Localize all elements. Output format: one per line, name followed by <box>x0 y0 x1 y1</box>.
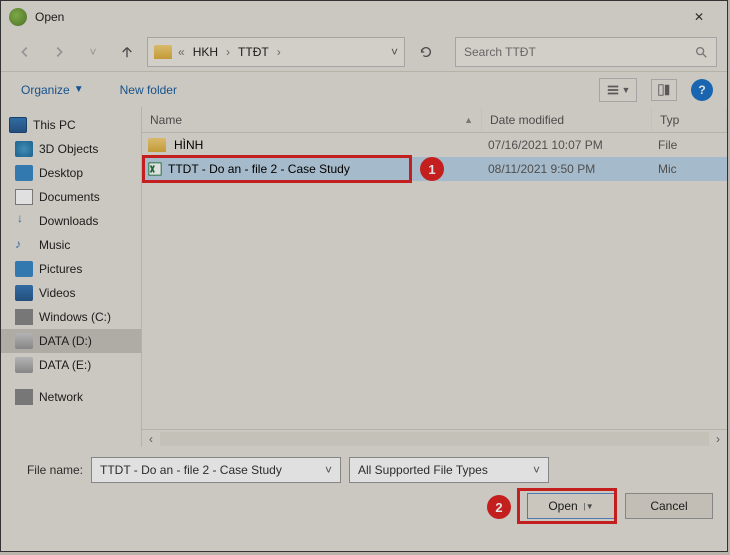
sidebar-item-data-d[interactable]: DATA (D:) <box>1 329 141 353</box>
drive-icon <box>15 309 33 325</box>
breadcrumb[interactable]: « HKH › TTĐT › ˅ <box>147 37 405 67</box>
scroll-right-icon[interactable]: › <box>709 432 727 446</box>
close-icon[interactable]: ✕ <box>679 10 719 24</box>
sidebar: This PC 3D Objects Desktop Documents Dow… <box>1 107 141 447</box>
3d-icon <box>15 141 33 157</box>
breadcrumb-prefix: « <box>178 45 185 59</box>
dialog-title: Open <box>35 10 679 24</box>
column-name[interactable]: Name▲ <box>142 107 482 132</box>
sidebar-item-videos[interactable]: Videos <box>1 281 141 305</box>
document-icon <box>15 189 33 205</box>
horizontal-scrollbar[interactable]: ‹ › <box>142 429 727 447</box>
filename-combo[interactable]: TTDT - Do an - file 2 - Case Study˅ <box>91 457 341 483</box>
annotation-callout-2: 2 <box>487 495 511 519</box>
titlebar: Open ✕ <box>1 1 727 33</box>
music-icon: ♪ <box>15 237 33 253</box>
recent-dropdown-icon[interactable]: ˅ <box>79 38 107 66</box>
file-date: 08/11/2021 9:50 PM <box>488 162 658 176</box>
sidebar-item-this-pc[interactable]: This PC <box>1 113 141 137</box>
download-icon <box>15 213 33 229</box>
sidebar-item-3d-objects[interactable]: 3D Objects <box>1 137 141 161</box>
body: This PC 3D Objects Desktop Documents Dow… <box>1 107 727 447</box>
file-date: 07/16/2021 10:07 PM <box>488 138 658 152</box>
breadcrumb-seg-ttdt[interactable]: TTĐT <box>234 43 273 61</box>
forward-button[interactable] <box>45 38 73 66</box>
app-icon <box>9 8 27 26</box>
file-rows: HÌNH 07/16/2021 10:07 PM File TTDT - Do … <box>142 133 727 429</box>
sidebar-item-pictures[interactable]: Pictures <box>1 257 141 281</box>
view-mode-button[interactable]: ▼ <box>599 78 637 102</box>
filename-label: File name: <box>15 463 83 477</box>
sort-up-icon: ▲ <box>464 115 473 125</box>
refresh-button[interactable] <box>411 37 441 67</box>
sidebar-item-windows-c[interactable]: Windows (C:) <box>1 305 141 329</box>
file-type: File <box>658 138 721 152</box>
excel-icon <box>148 162 162 176</box>
open-dialog: Open ✕ ˅ « HKH › TTĐT › ˅ Organize▼ New … <box>0 0 728 552</box>
pc-icon <box>9 117 27 133</box>
organize-menu[interactable]: Organize▼ <box>15 79 90 101</box>
split-chevron-icon: |▼ <box>584 502 594 511</box>
annotation-callout-1: 1 <box>420 157 444 181</box>
cancel-button[interactable]: Cancel <box>625 493 713 519</box>
sidebar-item-desktop[interactable]: Desktop <box>1 161 141 185</box>
picture-icon <box>15 261 33 277</box>
preview-pane-button[interactable] <box>651 79 677 101</box>
file-list: Name▲ Date modified Typ HÌNH 07/16/2021 … <box>142 107 727 447</box>
search-field[interactable] <box>464 45 694 59</box>
folder-icon <box>148 138 166 152</box>
drive-icon <box>15 357 33 373</box>
chevron-down-icon: ▼ <box>74 84 84 95</box>
bottom-panel: File name: TTDT - Do an - file 2 - Case … <box>1 447 727 533</box>
file-name: HÌNH <box>174 138 203 152</box>
network-icon <box>15 389 33 405</box>
sidebar-item-data-e[interactable]: DATA (E:) <box>1 353 141 377</box>
toolbar: Organize▼ New folder ▼ ? <box>1 71 727 107</box>
drive-icon <box>15 333 33 349</box>
chevron-right-icon: › <box>277 45 281 59</box>
column-type[interactable]: Typ <box>652 107 727 132</box>
new-folder-button[interactable]: New folder <box>114 79 183 101</box>
sidebar-item-music[interactable]: ♪Music <box>1 233 141 257</box>
column-date[interactable]: Date modified <box>482 107 652 132</box>
sidebar-item-network[interactable]: Network <box>1 385 141 409</box>
nav-row: ˅ « HKH › TTĐT › ˅ <box>1 33 727 71</box>
help-button[interactable]: ? <box>691 79 713 101</box>
folder-icon <box>154 45 172 59</box>
desktop-icon <box>15 165 33 181</box>
filetype-combo[interactable]: All Supported File Types˅ <box>349 457 549 483</box>
file-name: TTDT - Do an - file 2 - Case Study <box>168 162 350 176</box>
sidebar-item-downloads[interactable]: Downloads <box>1 209 141 233</box>
file-row[interactable]: HÌNH 07/16/2021 10:07 PM File <box>142 133 727 157</box>
chevron-down-icon: ˅ <box>533 463 540 477</box>
sidebar-item-documents[interactable]: Documents <box>1 185 141 209</box>
video-icon <box>15 285 33 301</box>
up-button[interactable] <box>113 38 141 66</box>
column-headers: Name▲ Date modified Typ <box>142 107 727 133</box>
breadcrumb-seg-hkh[interactable]: HKH <box>189 43 222 61</box>
chevron-right-icon: › <box>226 45 230 59</box>
chevron-down-icon: ˅ <box>325 463 332 477</box>
search-icon <box>694 45 708 59</box>
back-button[interactable] <box>11 38 39 66</box>
file-type: Mic <box>658 162 721 176</box>
search-input[interactable] <box>455 37 717 67</box>
scroll-left-icon[interactable]: ‹ <box>142 432 160 446</box>
open-button[interactable]: Open|▼ <box>527 493 615 519</box>
breadcrumb-dropdown-icon[interactable]: ˅ <box>391 45 398 59</box>
